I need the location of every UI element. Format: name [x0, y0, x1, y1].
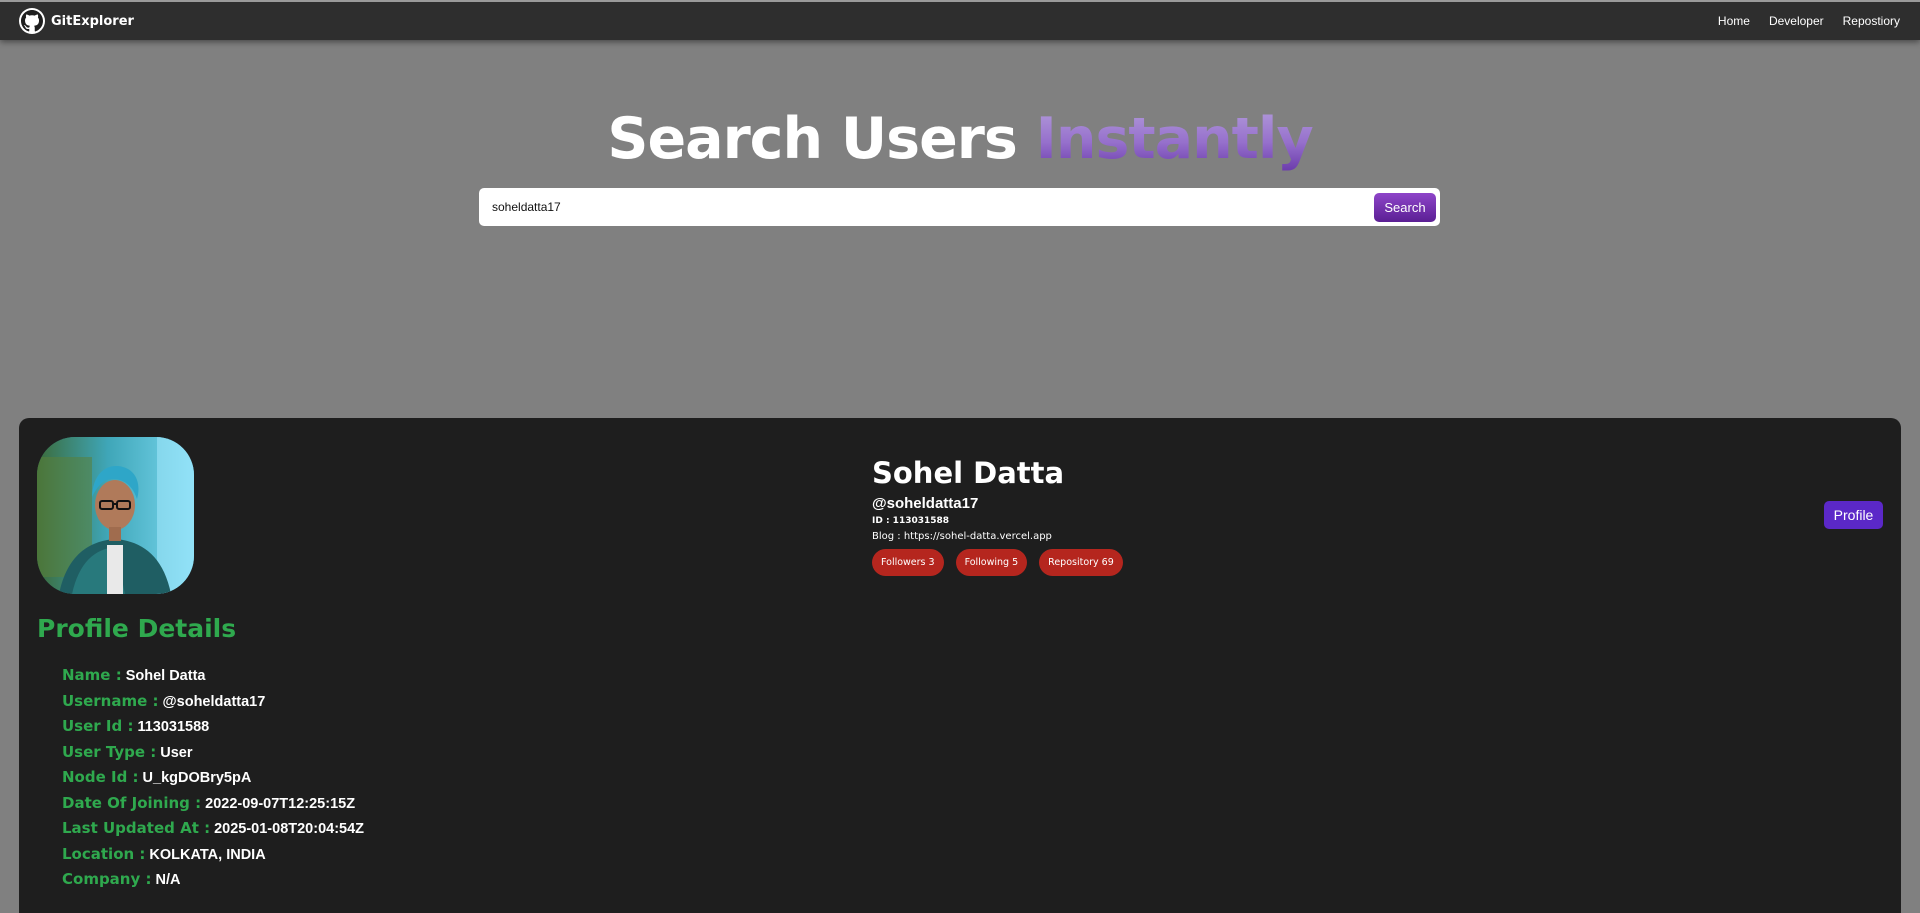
hero-title-main: Search Users: [607, 106, 1017, 172]
detail-label: User Type :: [62, 742, 157, 761]
nav-links: Home Developer Repostiory: [1718, 14, 1900, 28]
github-icon: [19, 8, 45, 34]
avatar: [37, 437, 194, 594]
detail-row-location: Location : KOLKATA, INDIA: [62, 845, 364, 871]
detail-label: User Id :: [62, 717, 134, 735]
detail-label: Username :: [62, 691, 159, 710]
nav-home-link[interactable]: Home: [1718, 14, 1750, 28]
nav-developer-link[interactable]: Developer: [1769, 14, 1824, 28]
detail-row-node-id: Node Id : U_kgDOBry5pA: [62, 768, 364, 794]
detail-value: Sohel Datta: [125, 668, 206, 684]
profile-id: ID : 113031588: [872, 516, 950, 526]
detail-value: 2022-09-07T12:25:15Z: [205, 795, 356, 812]
hero-title-accent: Instantly: [1035, 106, 1314, 172]
detail-label: Node Id :: [62, 768, 139, 786]
search-input[interactable]: [492, 192, 1374, 222]
profile-details-list: Name : Sohel Datta Username : @soheldatt…: [62, 666, 364, 896]
detail-value: User: [160, 744, 193, 761]
profile-blog: Blog : https://sohel-datta.vercel.app: [872, 531, 1052, 542]
detail-row-user-id: User Id : 113031588: [62, 717, 364, 743]
profile-handle: @soheldatta17: [872, 495, 979, 512]
profile-summary: Sohel Datta @soheldatta17 ID : 113031588…: [872, 455, 1123, 576]
profile-card: Sohel Datta @soheldatta17 ID : 113031588…: [19, 418, 1901, 913]
detail-label: Company :: [62, 870, 152, 888]
search-bar: Search: [479, 188, 1440, 226]
detail-value: 113031588: [137, 719, 210, 735]
search-button[interactable]: Search: [1374, 192, 1436, 222]
profile-full-name: Sohel Datta: [872, 456, 1065, 490]
detail-value: U_kgDOBry5pA: [142, 770, 252, 786]
detail-row-company: Company : N/A: [62, 870, 364, 896]
brand-name: GitExplorer: [51, 13, 134, 29]
detail-label: Location :: [62, 844, 146, 863]
navbar: GitExplorer Home Developer Repostiory: [0, 0, 1920, 40]
following-badge[interactable]: Following 5: [955, 549, 1028, 576]
profile-button[interactable]: Profile: [1824, 501, 1883, 529]
detail-label: Date Of Joining :: [62, 793, 202, 812]
detail-value: N/A: [155, 872, 181, 888]
stat-badges: Followers 3 Following 5 Repository 69: [872, 549, 1123, 576]
detail-row-date-of-joining: Date Of Joining : 2022-09-07T12:25:15Z: [62, 794, 364, 820]
detail-row-last-updated: Last Updated At : 2025-01-08T20:04:54Z: [62, 819, 364, 845]
detail-row-user-type: User Type : User: [62, 743, 364, 769]
detail-label: Name :: [62, 666, 122, 684]
followers-badge[interactable]: Followers 3: [872, 549, 944, 576]
nav-repository-link[interactable]: Repostiory: [1843, 14, 1900, 28]
profile-details-heading: Profile Details: [37, 614, 237, 643]
detail-row-name: Name : Sohel Datta: [62, 666, 364, 692]
detail-row-username: Username : @soheldatta17: [62, 692, 364, 718]
detail-value: KOLKATA, INDIA: [149, 846, 266, 863]
brand[interactable]: GitExplorer: [19, 8, 134, 34]
hero-title: Search Users Instantly: [0, 104, 1920, 174]
detail-value: @soheldatta17: [162, 693, 266, 710]
detail-label: Last Updated At :: [62, 819, 211, 837]
detail-value: 2025-01-08T20:04:54Z: [214, 821, 365, 837]
repository-badge[interactable]: Repository 69: [1039, 549, 1123, 576]
